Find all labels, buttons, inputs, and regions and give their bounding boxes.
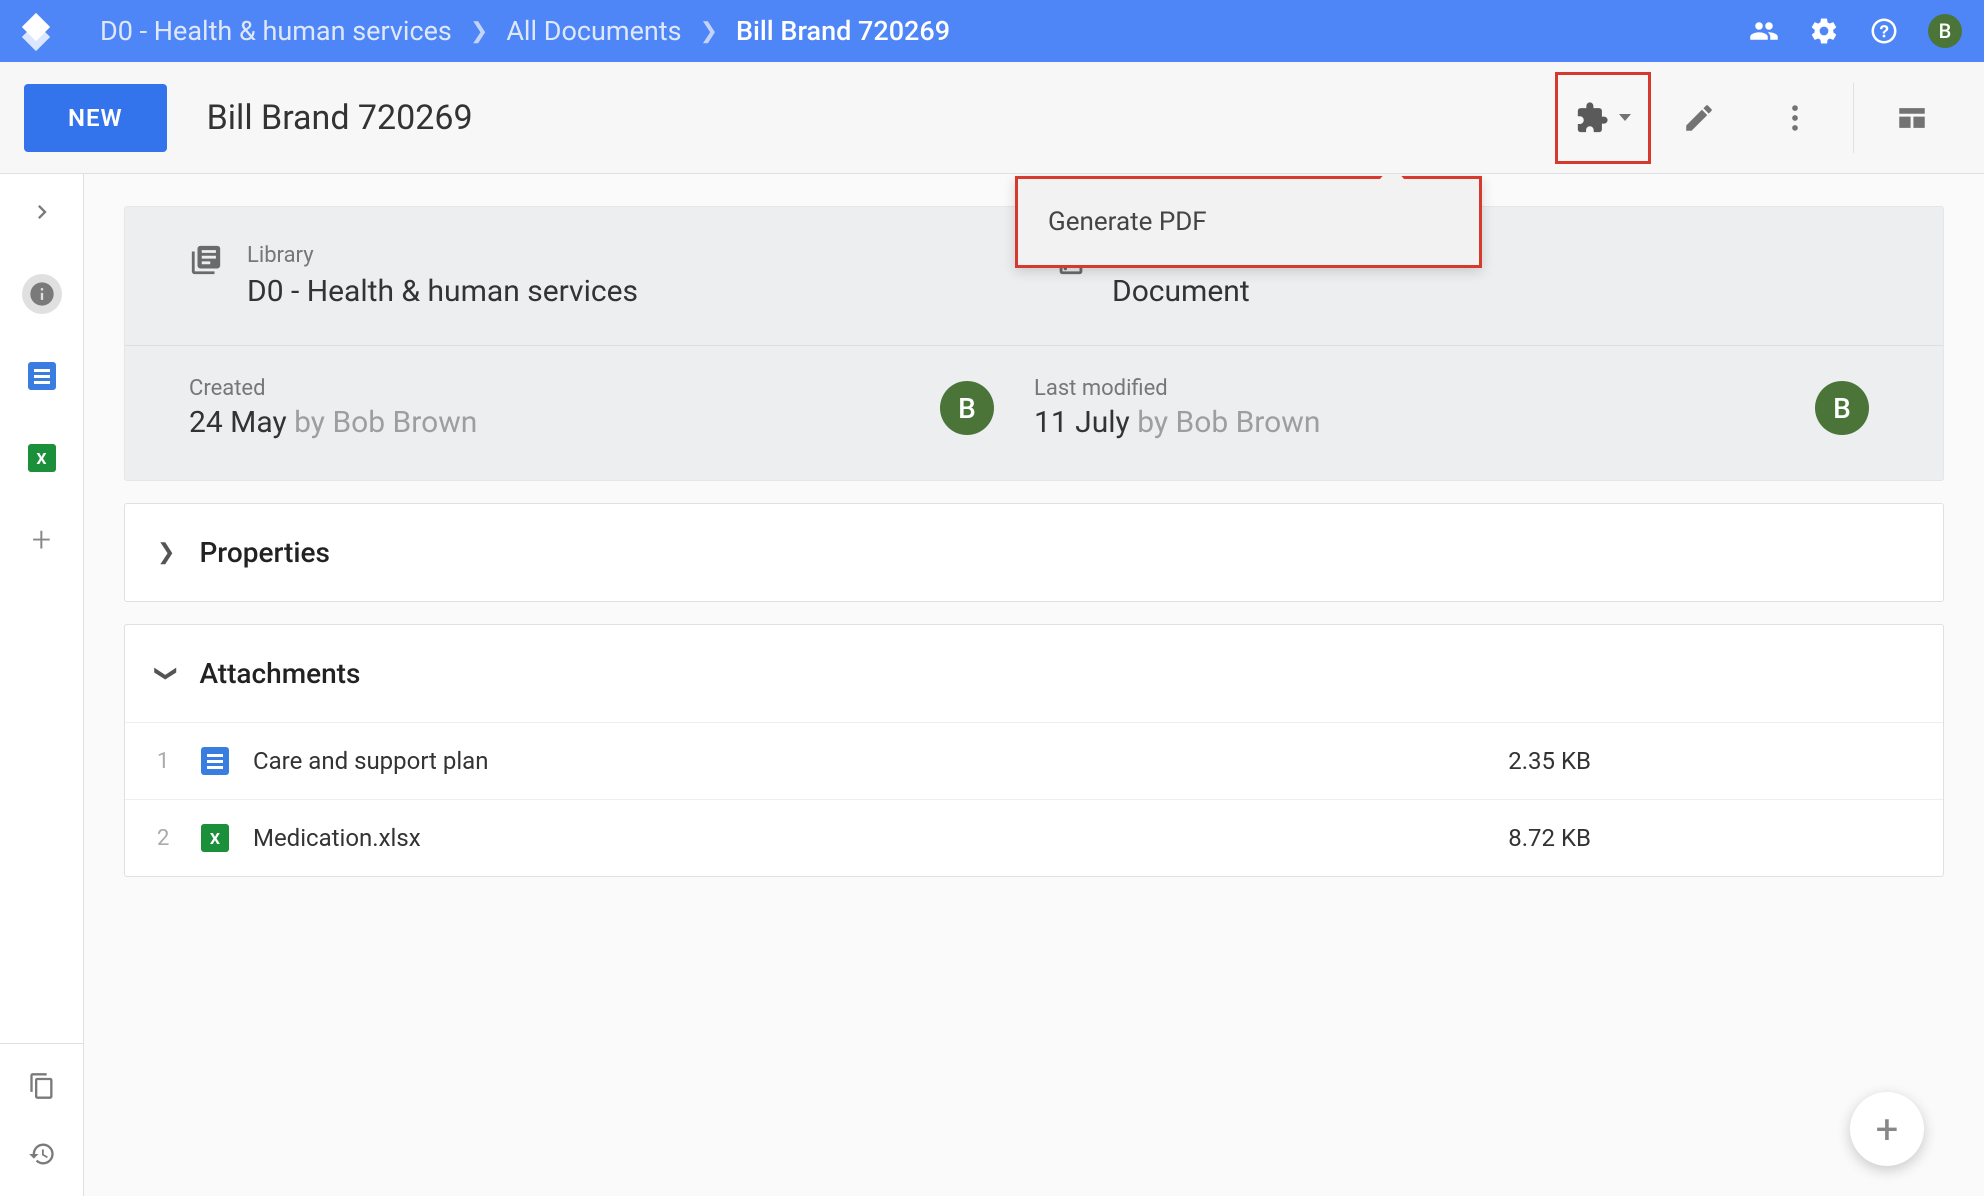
doc-icon <box>201 747 229 775</box>
menu-item-generate-pdf[interactable]: Generate PDF <box>1048 207 1207 237</box>
app-logo-icon[interactable] <box>22 17 50 45</box>
class-value: Document <box>1112 274 1250 309</box>
chevron-right-icon: ❯ <box>157 540 175 565</box>
breadcrumb: D0 - Health & human services ❯ All Docum… <box>100 15 950 47</box>
main-content: Generate PDF Library D0 - Health & human… <box>84 174 1984 1196</box>
page-title: Bill Brand 720269 <box>207 98 473 138</box>
top-bar: D0 - Health & human services ❯ All Docum… <box>0 0 1984 62</box>
properties-title: Properties <box>199 536 330 569</box>
attachment-name: Medication.xlsx <box>253 824 1508 852</box>
plus-icon: + <box>32 520 51 560</box>
attachment-name: Care and support plan <box>253 747 1508 775</box>
attachments-toggle[interactable]: ❯ Attachments <box>125 625 1943 722</box>
expand-sidebar-button[interactable] <box>22 192 62 232</box>
created-label: Created <box>189 376 477 401</box>
doc-icon <box>28 362 56 390</box>
left-sidebar: X + <box>0 174 84 1196</box>
people-icon[interactable] <box>1748 15 1780 47</box>
library-value: D0 - Health & human services <box>247 274 638 309</box>
help-icon[interactable] <box>1868 15 1900 47</box>
attachment-row[interactable]: 1 Care and support plan 2.35 KB <box>125 722 1943 799</box>
attachment-size: 2.35 KB <box>1508 747 1591 775</box>
breadcrumb-root[interactable]: D0 - Health & human services <box>100 15 452 47</box>
copy-button[interactable] <box>22 1066 62 1106</box>
xls-icon: X <box>28 444 56 472</box>
add-fab-button[interactable]: + <box>1850 1092 1924 1166</box>
chevron-down-icon: ❯ <box>154 664 179 682</box>
breadcrumb-folder[interactable]: All Documents <box>506 15 681 47</box>
sheet-tab[interactable]: X <box>22 438 62 478</box>
extensions-menu: Generate PDF <box>1015 176 1482 268</box>
separator <box>1853 83 1854 153</box>
attachment-index: 1 <box>157 749 201 774</box>
gear-icon[interactable] <box>1808 15 1840 47</box>
attachment-index: 2 <box>157 826 201 851</box>
more-button[interactable] <box>1747 72 1843 164</box>
created-value: 24 May by Bob Brown <box>189 405 477 440</box>
info-tab[interactable] <box>22 274 62 314</box>
breadcrumb-current: Bill Brand 720269 <box>736 15 950 47</box>
modified-by-avatar: B <box>1815 381 1869 435</box>
plus-icon: + <box>1876 1106 1899 1153</box>
xls-icon: X <box>201 824 229 852</box>
library-icon <box>189 243 223 281</box>
caret-down-icon <box>1619 114 1631 121</box>
chevron-right-icon: ❯ <box>470 19 488 44</box>
extensions-button[interactable] <box>1555 72 1651 164</box>
attachment-row[interactable]: 2 X Medication.xlsx 8.72 KB <box>125 799 1943 876</box>
attachments-section: ❯ Attachments 1 Care and support plan 2.… <box>124 624 1944 877</box>
edit-button[interactable] <box>1651 72 1747 164</box>
attachment-size: 8.72 KB <box>1508 824 1591 852</box>
properties-toggle[interactable]: ❯ Properties <box>125 504 1943 601</box>
created-by-avatar: B <box>940 381 994 435</box>
library-label: Library <box>247 243 638 268</box>
history-button[interactable] <box>22 1134 62 1174</box>
add-tab[interactable]: + <box>22 520 62 560</box>
toolbar: NEW Bill Brand 720269 <box>0 62 1984 174</box>
new-button[interactable]: NEW <box>24 84 167 152</box>
properties-section: ❯ Properties <box>124 503 1944 602</box>
layout-button[interactable] <box>1864 72 1960 164</box>
doc-tab[interactable] <box>22 356 62 396</box>
chevron-right-icon: ❯ <box>700 19 718 44</box>
user-avatar[interactable]: B <box>1928 14 1962 48</box>
attachments-title: Attachments <box>199 657 360 690</box>
modified-label: Last modified <box>1034 376 1320 401</box>
modified-value: 11 July by Bob Brown <box>1034 405 1320 440</box>
